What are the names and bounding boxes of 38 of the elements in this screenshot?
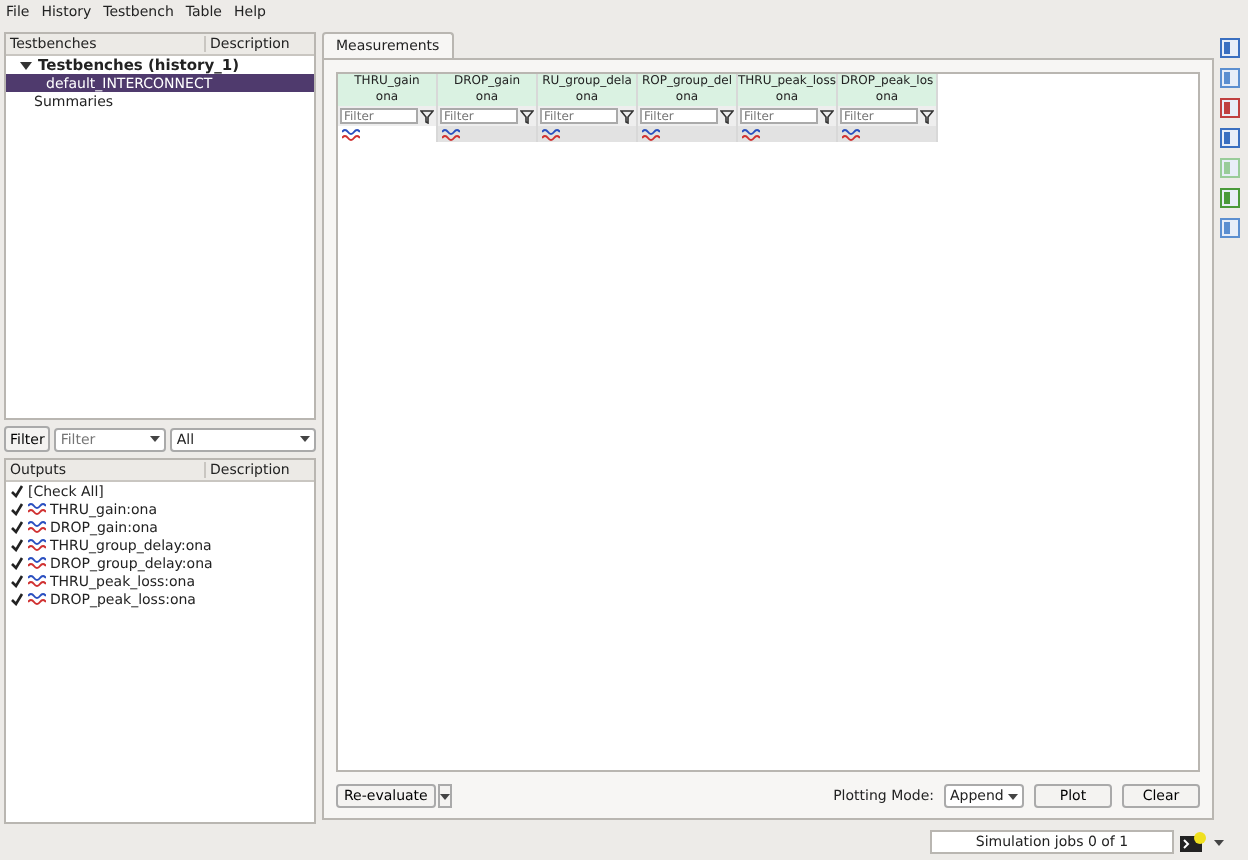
checkbox[interactable]: [10, 520, 24, 534]
waveform-icon: [28, 502, 46, 516]
waveform-icon: [842, 127, 860, 141]
checkbox[interactable]: [10, 574, 24, 588]
waveform-icon: [28, 574, 46, 588]
checkbox[interactable]: [10, 502, 24, 516]
waveform-icon: [742, 127, 760, 141]
toolbar-icon[interactable]: [1220, 218, 1240, 238]
filter-icon[interactable]: [520, 109, 534, 123]
toolbar-icon[interactable]: [1220, 38, 1240, 58]
toolbar-icon[interactable]: [1220, 98, 1240, 118]
filter-icon[interactable]: [720, 109, 734, 123]
dropdown-button[interactable]: [437, 784, 452, 808]
waveform-icon: [642, 127, 660, 141]
waveform-icon: [28, 538, 46, 552]
toolbar-icon[interactable]: [1220, 128, 1240, 148]
waveform-icon: [442, 127, 460, 141]
terminal-icon[interactable]: [1180, 832, 1208, 852]
waveform-icon: [28, 556, 46, 570]
filter-icon[interactable]: [420, 109, 434, 123]
caret-icon: [300, 436, 310, 442]
waveform-icon: [28, 592, 46, 606]
caret-icon: [1008, 793, 1018, 799]
caret-icon[interactable]: [150, 436, 161, 442]
checkbox[interactable]: [10, 538, 24, 552]
checkbox[interactable]: [10, 592, 24, 606]
filter-icon[interactable]: [620, 109, 634, 123]
waveform-icon: [342, 127, 360, 141]
caret-icon: [439, 793, 450, 799]
waveform-icon: [542, 127, 560, 141]
checkbox[interactable]: [10, 484, 24, 498]
waveform-icon: [28, 520, 46, 534]
filter-icon[interactable]: [920, 109, 934, 123]
toolbar-icon[interactable]: [1220, 68, 1240, 88]
checkbox[interactable]: [10, 556, 24, 570]
caret-icon[interactable]: [1214, 839, 1224, 845]
filter-icon[interactable]: [820, 109, 834, 123]
toolbar-icon[interactable]: [1220, 188, 1240, 208]
